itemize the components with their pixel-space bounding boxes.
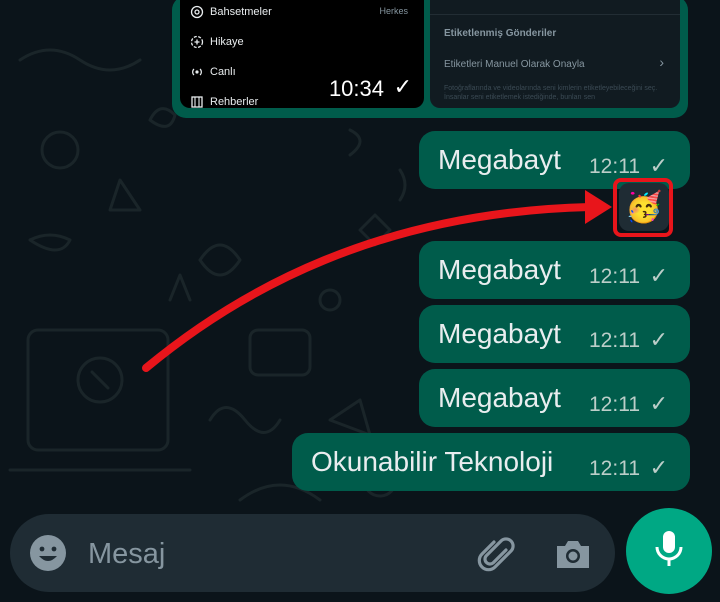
message-text: Megabayt — [438, 144, 561, 175]
message-time: 12:11 — [589, 457, 640, 480]
paperclip-icon[interactable] — [472, 532, 516, 576]
check-icon: ✓ — [393, 74, 412, 99]
message-time: 12:11 — [589, 155, 640, 178]
screenshot-menu-panel: Bahsetmeler Herkes Hikaye Canlı Rehberle… — [180, 0, 424, 108]
message-composer — [10, 514, 615, 592]
message-bubble[interactable]: Megabayt 12:11 ✓ — [419, 369, 690, 427]
emoji-icon[interactable] — [28, 533, 68, 573]
screenshot-settings-panel: Etiketlenmiş Gönderiler Etiketleri Manue… — [430, 0, 680, 108]
menu-item-story: Hikaye — [190, 32, 244, 52]
at-icon — [190, 5, 204, 19]
chevron-right-icon: › — [659, 54, 664, 70]
camera-icon[interactable] — [551, 532, 595, 576]
sent-check-icon: ✓ — [649, 391, 668, 416]
message-text: Megabayt — [438, 254, 561, 285]
audience-label: Herkes — [379, 6, 408, 16]
story-plus-icon — [190, 35, 204, 49]
message-input[interactable] — [86, 530, 430, 578]
sent-check-icon: ✓ — [649, 327, 668, 352]
settings-row-label: Etiketleri Manuel Olarak Onayla — [444, 59, 585, 70]
menu-item-guides: Rehberler — [190, 92, 258, 108]
menu-item-live: Canlı — [190, 62, 236, 82]
guide-icon — [190, 95, 204, 108]
divider — [430, 14, 680, 15]
shared-screenshot-message[interactable]: Bahsetmeler Herkes Hikaye Canlı Rehberle… — [172, 0, 688, 118]
microphone-icon — [652, 529, 686, 574]
message-text: Megabayt — [438, 318, 561, 349]
live-icon — [190, 65, 204, 79]
message-bubble[interactable]: Okunabilir Teknoloji 12:11 ✓ — [292, 433, 690, 491]
message-text: Megabayt — [438, 382, 561, 413]
annotation-highlight-box — [613, 178, 673, 237]
message-time: 12:11 — [589, 265, 640, 288]
message-text: Okunabilir Teknoloji — [311, 446, 554, 477]
sent-check-icon: ✓ — [649, 263, 668, 288]
menu-item-label: Hikaye — [210, 36, 244, 48]
menu-item-label: Canlı — [210, 66, 236, 78]
message-bubble[interactable]: Megabayt 12:11 ✓ — [419, 241, 690, 299]
message-time: 12:11 — [589, 329, 640, 352]
menu-item-label: Rehberler — [210, 96, 259, 108]
message-time: 12:11 — [589, 393, 640, 416]
screenshot-time: 10:34 — [328, 76, 384, 101]
microphone-button[interactable] — [626, 508, 712, 594]
menu-item-label: Bahsetmeler — [210, 6, 272, 18]
sent-check-icon: ✓ — [649, 153, 668, 178]
menu-item-mentions: Bahsetmeler — [190, 2, 272, 22]
sent-check-icon: ✓ — [649, 455, 668, 480]
message-bubble[interactable]: Megabayt 12:11 ✓ — [419, 305, 690, 363]
section-title: Etiketlenmiş Gönderiler — [444, 28, 557, 39]
settings-footnote: Fotoğraflarında ve videolarında seni kim… — [444, 85, 658, 101]
